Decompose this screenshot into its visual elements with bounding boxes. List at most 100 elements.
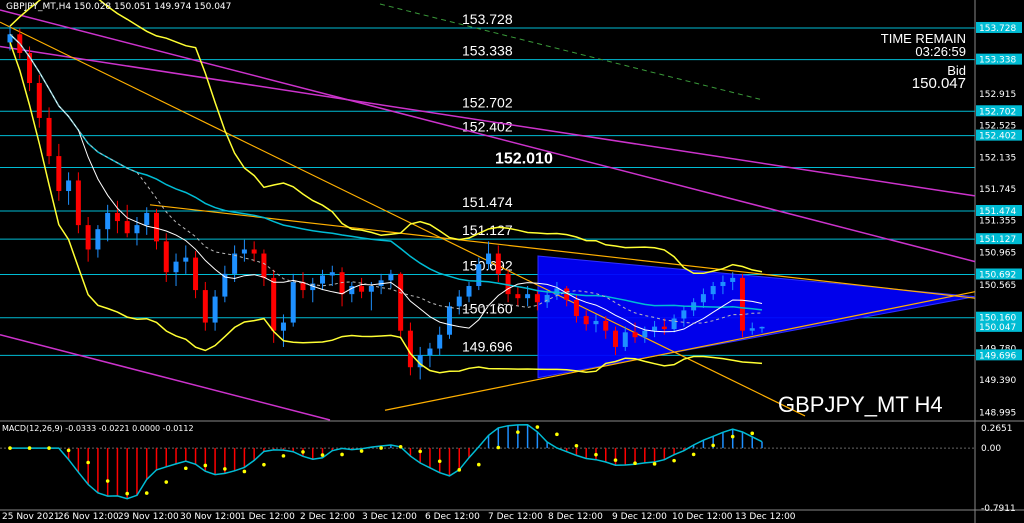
candle-body — [56, 156, 62, 192]
macd-signal-dot — [105, 479, 110, 483]
level-label: 152.010 — [495, 150, 553, 167]
macd-signal-dot — [86, 460, 90, 465]
candle-body — [144, 212, 150, 226]
level-label: 153.338 — [462, 43, 513, 59]
chart-header: GBPJPY_MT,H4 150.028 150.051 149.974 150… — [6, 2, 232, 12]
level-label: 151.474 — [462, 194, 513, 210]
macd-signal-dot — [27, 446, 32, 450]
x-tick-label: 6 Dec 12:00 — [425, 512, 480, 522]
y-tick-label: 153.338 — [979, 56, 1016, 66]
candle-body — [202, 290, 208, 323]
macd-signal-dot — [320, 453, 325, 457]
y-tick-label: 150.692 — [979, 270, 1016, 280]
candle-body — [183, 257, 189, 262]
candle-body — [173, 261, 179, 273]
macd-signal-dot — [262, 462, 266, 467]
candle-body — [534, 294, 540, 303]
x-tick-label: 2 Dec 12:00 — [300, 512, 355, 522]
macd-signal-dot — [379, 446, 383, 450]
candle-body — [163, 241, 169, 273]
macd-signal-dot — [398, 444, 403, 449]
candle-body — [427, 348, 433, 356]
candle-body — [437, 334, 443, 349]
x-tick-label: 25 Nov 2021 — [2, 512, 60, 522]
candle-body — [251, 249, 257, 254]
macd-signal-dot — [437, 459, 442, 464]
y-tick-label: 152.135 — [979, 153, 1016, 163]
candle-body — [95, 229, 101, 250]
macd-signal-dot — [750, 431, 755, 436]
y-tick-label: 152.402 — [979, 132, 1016, 142]
x-tick-label: 8 Dec 12:00 — [548, 512, 603, 522]
x-tick-label: 26 Nov 12:00 — [58, 512, 119, 522]
macd-signal-dot — [535, 425, 540, 429]
macd-signal-dot — [594, 452, 598, 457]
y-tick-label: 149.390 — [979, 376, 1016, 386]
y-tick-label: 149.696 — [979, 351, 1016, 361]
candle-body — [573, 299, 579, 317]
macd-signal-dot — [457, 468, 462, 472]
candle-body — [398, 273, 404, 331]
candle-body — [622, 332, 628, 347]
candle-body — [407, 330, 413, 368]
macd-line — [10, 424, 763, 500]
candle-body — [75, 180, 81, 226]
macd-signal-dot — [164, 480, 169, 484]
candle-body — [280, 322, 286, 331]
macd-signal-dot — [340, 452, 344, 457]
x-tick-label: 30 Nov 12:00 — [180, 512, 241, 522]
level-label: 152.702 — [462, 94, 513, 110]
x-tick-label: 29 Nov 12:00 — [118, 512, 179, 522]
x-tick-label: 7 Dec 12:00 — [488, 512, 543, 522]
macd-header: MACD(12,26,9) -0.0333 -0.0221 0.0000 -0.… — [2, 424, 194, 433]
macd-tick-label: 0.2651 — [981, 424, 1013, 434]
candle-body — [85, 225, 91, 250]
macd-tick-label: 0.00 — [981, 444, 1001, 454]
level-label: 153.728 — [462, 11, 513, 27]
candle-body — [153, 212, 159, 242]
y-tick-label: 151.127 — [979, 235, 1016, 245]
candle-body — [388, 273, 394, 281]
candle-body — [320, 275, 326, 284]
y-tick-label: 150.565 — [979, 281, 1016, 291]
y-tick-label: 153.728 — [979, 24, 1016, 34]
macd-signal-dot — [613, 458, 618, 462]
macd-signal-dot — [516, 430, 520, 434]
macd-tick-label: -0.7911 — [981, 504, 1016, 514]
macd-signal-dot — [652, 462, 657, 466]
candle-body — [486, 253, 492, 265]
level-label: 149.696 — [462, 338, 513, 354]
macd-signal-dot — [125, 491, 129, 496]
candle-body — [476, 264, 482, 287]
candle-body — [525, 294, 531, 299]
macd-signal-dot — [633, 461, 637, 465]
macd-signal-dot — [301, 450, 305, 454]
y-tick-label: 152.915 — [979, 90, 1016, 100]
candle-body — [515, 294, 521, 299]
macd-signal-dot — [66, 448, 71, 453]
candle-body — [759, 326, 765, 329]
candle-body — [241, 249, 247, 254]
candle-body — [359, 286, 365, 292]
candle-body — [593, 320, 599, 325]
x-tick-label: 1 Dec 12:00 — [240, 512, 295, 522]
gold-trendline — [0, 21, 806, 417]
macd-signal-dot — [8, 446, 12, 450]
macd-signal-dot — [672, 458, 676, 463]
macd-signal-dot — [418, 449, 422, 454]
green-dashed-trendline — [379, 3, 761, 100]
candle-body — [710, 286, 716, 295]
price-chart[interactable]: 153.728 153.338 152.702 152.402 152.010 151.4… — [0, 0, 1024, 523]
y-tick-label: 151.474 — [979, 207, 1016, 217]
candle-body — [671, 318, 677, 330]
macd-signal-dot — [691, 452, 696, 457]
bid-value: 150.047 — [911, 75, 966, 92]
candle-body — [193, 257, 199, 291]
macd-signal-dot — [555, 432, 559, 437]
magenta-trendline — [0, 45, 976, 197]
macd-signal-dot — [496, 445, 501, 450]
macd-signal-dot — [476, 462, 481, 467]
macd-signal-dot — [359, 449, 364, 453]
level-label: 150.160 — [462, 301, 513, 317]
candle-body — [749, 328, 755, 331]
